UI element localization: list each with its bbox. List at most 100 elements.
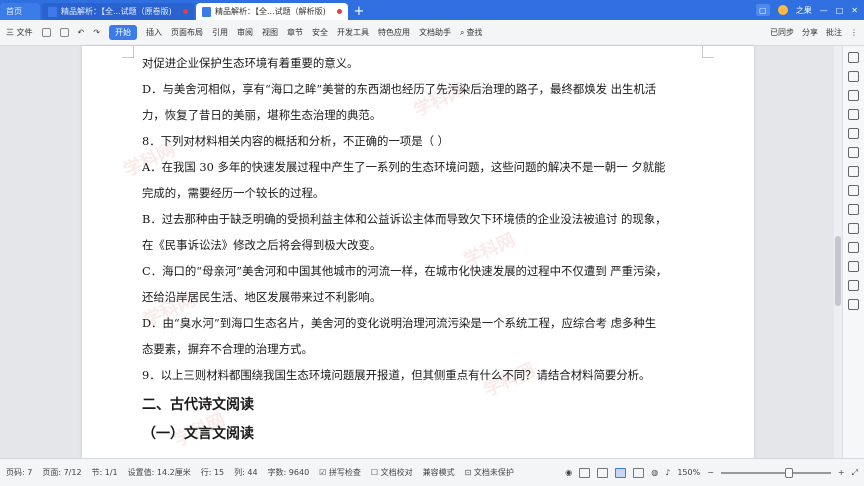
eraser-icon[interactable]: [848, 109, 859, 120]
share-button[interactable]: 分享: [802, 27, 818, 38]
document-icon: [48, 6, 57, 17]
menu-developer[interactable]: 开发工具: [337, 27, 369, 38]
help-icon[interactable]: [848, 299, 859, 310]
menu-insert[interactable]: 插入: [146, 27, 162, 38]
people-icon[interactable]: [848, 280, 859, 291]
globe-icon[interactable]: ◍: [651, 468, 658, 477]
spell-check-button[interactable]: ☑ 拼写检查: [319, 467, 361, 478]
scrollbar-thumb[interactable]: [835, 236, 841, 306]
menu-start[interactable]: 开始: [108, 25, 137, 40]
mic-icon[interactable]: ♪: [665, 468, 670, 477]
status-setting: 设置值: 14.2厘米: [127, 468, 191, 477]
document-text: 对促进企业保护生态环境有着重要的意义。 D．与美舍河相似，享有“海口之眸”美誉的…: [142, 50, 702, 448]
search-button[interactable]: ⌕ 查找: [460, 27, 482, 38]
proofread-button[interactable]: ☐ 文档校对: [371, 467, 413, 478]
unsaved-dot-icon: [337, 9, 342, 14]
window-controls: ▢ 之果 — □ ✕: [755, 0, 864, 20]
menu-section[interactable]: 章节: [287, 27, 303, 38]
zoom-in-icon[interactable]: +: [838, 468, 845, 477]
tab-home-label: 首页: [6, 7, 22, 16]
compat-mode: 兼容模式: [422, 468, 455, 477]
menu-assistant[interactable]: 文档助手: [419, 27, 451, 38]
menu-bar: 三 文件 ↶ ↷ 开始 插入 页面布局 引用 审阅 视图 章节 安全 开发工具 …: [0, 20, 864, 46]
zoom-level[interactable]: 150%: [677, 468, 700, 477]
zoom-out-icon[interactable]: −: [707, 468, 714, 477]
shape-icon[interactable]: [848, 90, 859, 101]
zoom-slider-knob[interactable]: [785, 467, 794, 478]
paragraph-line: 在《民事诉讼法》修改之后将会得到极大改变。: [142, 238, 382, 252]
menu-review[interactable]: 审阅: [237, 27, 253, 38]
paragraph-line: C．海口的“母亲河”美舍河和中国其他城市的河流一样，在城市化快速发展的过程中不仅…: [142, 264, 668, 278]
pen-icon[interactable]: [848, 71, 859, 82]
minimize-icon[interactable]: —: [820, 6, 828, 15]
status-pages: 页面: 7/12: [42, 468, 82, 477]
comment-button[interactable]: 批注: [826, 27, 842, 38]
menu-references[interactable]: 引用: [212, 27, 228, 38]
status-bar: 页码: 7 页面: 7/12 节: 1/1 设置值: 14.2厘米 行: 15 …: [0, 458, 864, 486]
status-words[interactable]: 字数: 9640: [268, 467, 310, 478]
zoom-slider[interactable]: [720, 467, 831, 478]
grid-icon[interactable]: [848, 128, 859, 139]
tab-home[interactable]: 首页: [0, 3, 40, 20]
search-icon: ⌕: [459, 27, 465, 37]
status-page: 页码: 7: [6, 468, 33, 477]
status-row: 行: 15: [200, 468, 225, 477]
vertical-scrollbar[interactable]: [834, 46, 842, 458]
menu-layout[interactable]: 页面布局: [171, 27, 203, 38]
menu-view[interactable]: 视图: [262, 27, 278, 38]
paragraph-line: 力，恢复了昔日的美丽，堪称生态治理的典范。: [142, 108, 382, 122]
paragraph-line: 8．下列对材料相关内容的概括和分析，不正确的一项是（ ）: [142, 134, 450, 148]
document-page[interactable]: 学科网 学科网 学科网 学科网 学科网 学科网 对促进企业保护生态环境有着重要的…: [82, 46, 754, 458]
view-web-icon[interactable]: [633, 467, 645, 478]
status-section: 节: 1/1: [91, 468, 118, 477]
paragraph-line: 还给沿岸居民生活、地区发展带来过不利影响。: [142, 290, 382, 304]
image-icon[interactable]: [848, 166, 859, 177]
close-icon[interactable]: ✕: [851, 6, 858, 15]
paragraph-line: B．过去那种由于缺乏明确的受损利益主体和公益诉讼主体而导致欠下环境债的企业没法被…: [142, 212, 667, 226]
table-icon[interactable]: [848, 147, 859, 158]
location-icon[interactable]: [848, 204, 859, 215]
menu-features[interactable]: 特色应用: [378, 27, 410, 38]
tab-label: 精品解析：【全...试题（原卷版): [61, 7, 172, 16]
menu-security[interactable]: 安全: [312, 27, 328, 38]
history-icon[interactable]: [848, 261, 859, 272]
page-corner-mark: [122, 46, 134, 58]
more-icon[interactable]: ⋮: [850, 28, 858, 37]
avatar[interactable]: [777, 5, 788, 15]
settings-icon[interactable]: [848, 242, 859, 253]
status-col: 列: 44: [234, 468, 258, 477]
redo-icon[interactable]: ↷: [93, 28, 100, 37]
undo-icon[interactable]: ↶: [78, 28, 85, 37]
page-corner-mark: [702, 46, 714, 58]
paragraph-line: D．与美舍河相似，享有“海口之眸”美誉的东西湖也经历了先污染后治理的路子，最终都…: [142, 82, 657, 96]
new-tab-button[interactable]: +: [350, 3, 368, 20]
section-heading: 二、古代诗文阅读: [142, 397, 254, 413]
tab-list-icon[interactable]: ▢: [755, 4, 770, 16]
tab-document-original[interactable]: 精品解析：【全...试题（原卷版): [42, 3, 194, 20]
save-icon[interactable]: [41, 28, 51, 37]
user-name: 之果: [795, 5, 812, 15]
protect-button[interactable]: ⊡ 文档未保护: [465, 467, 514, 478]
view-page-icon[interactable]: [579, 467, 591, 478]
eye-icon[interactable]: ◉: [565, 468, 572, 477]
view-outline-icon[interactable]: [597, 467, 609, 478]
paragraph-line: 态要素，摒弃不合理的治理方式。: [142, 342, 313, 356]
fullscreen-icon[interactable]: ⤢: [852, 468, 858, 478]
tab-label: 精品解析：【全...试题（解析版): [215, 7, 326, 16]
unsaved-dot-icon: [183, 9, 188, 14]
layers-icon[interactable]: [848, 223, 859, 234]
view-print-icon[interactable]: [615, 467, 627, 478]
format-icon[interactable]: [848, 185, 859, 196]
file-menu[interactable]: 三 文件: [6, 27, 33, 38]
print-icon[interactable]: [59, 28, 69, 37]
paragraph-line: 对促进企业保护生态环境有着重要的意义。: [142, 56, 359, 70]
document-area: 学科网 学科网 学科网 学科网 学科网 学科网 对促进企业保护生态环境有着重要的…: [0, 46, 834, 458]
select-icon[interactable]: [848, 52, 859, 63]
tab-document-analysis[interactable]: 精品解析：【全...试题（解析版): [196, 3, 348, 20]
tab-bar: 首页 精品解析：【全...试题（原卷版) 精品解析：【全...试题（解析版) +…: [0, 0, 864, 20]
paragraph-line: D．由“臭水河”到海口生态名片，美舍河的变化说明治理河流污染是一个系统工程，应综…: [142, 316, 657, 330]
sync-status[interactable]: 已同步: [770, 27, 794, 38]
paragraph-line: 完成的，需要经历一个较长的过程。: [142, 186, 325, 200]
maximize-icon[interactable]: □: [836, 6, 844, 15]
paragraph-line: A．在我国 30 多年的快速发展过程中产生了一系列的生态环境问题，这些问题的解决…: [142, 160, 666, 174]
